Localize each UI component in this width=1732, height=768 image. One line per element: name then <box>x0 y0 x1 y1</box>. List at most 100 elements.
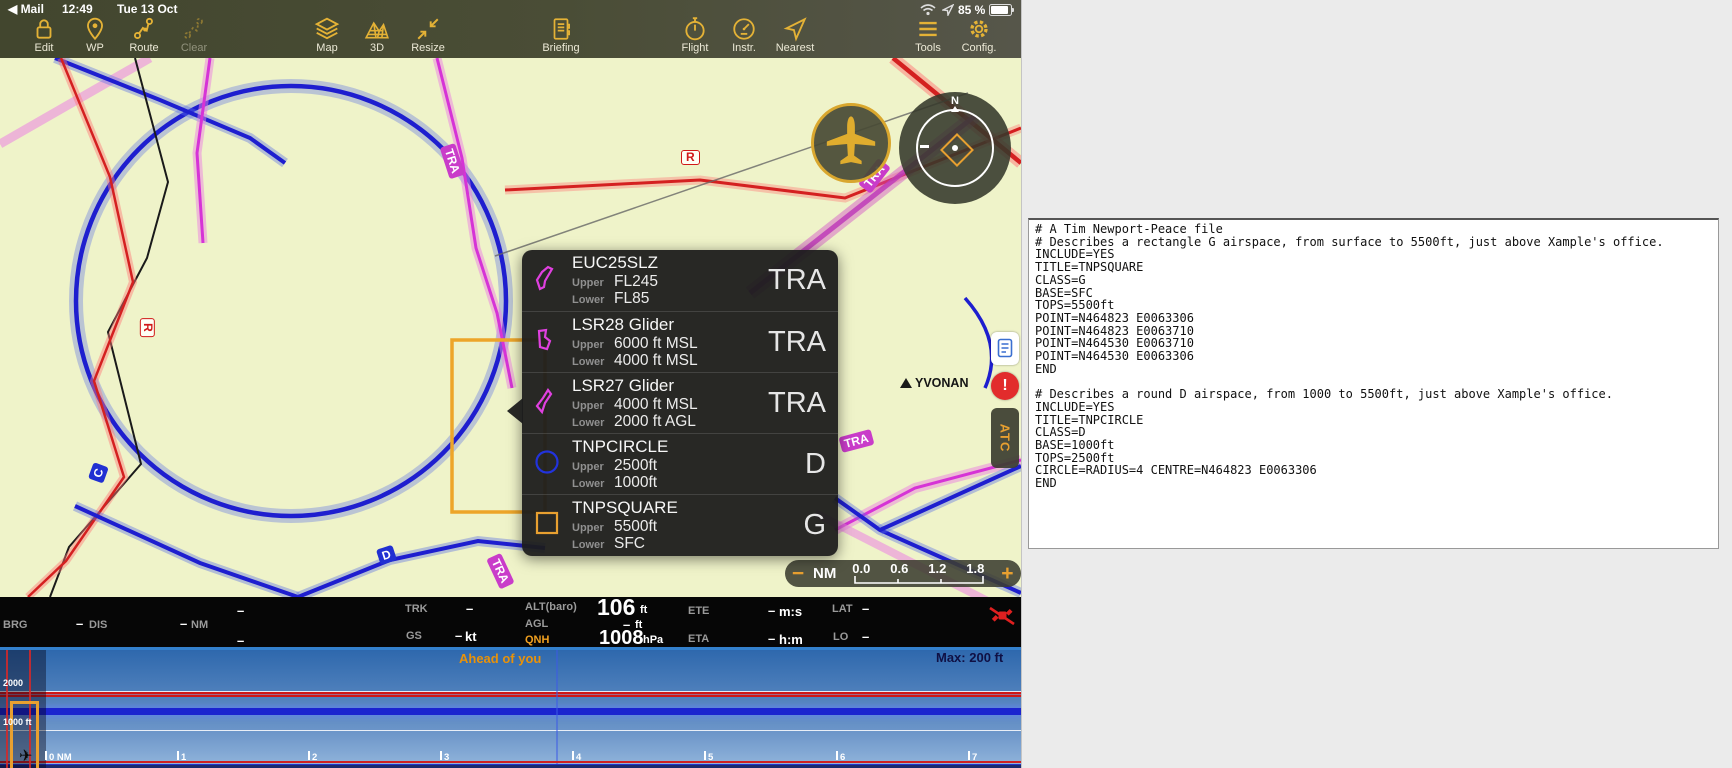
battery-icon <box>989 4 1014 16</box>
terrain-3d-icon <box>364 21 389 39</box>
lon-value: – <box>862 629 870 644</box>
dis-value: – <box>180 616 188 631</box>
popup-tail <box>507 398 523 424</box>
toolbar-item-wp[interactable]: WP <box>69 16 121 54</box>
airspace-label-r: R <box>139 318 155 337</box>
clock-date: Tue 13 Oct <box>117 2 178 16</box>
aux-value-bottom: – <box>237 633 245 648</box>
dis-label: DIS <box>89 619 108 631</box>
airspace-class: TRA <box>768 264 826 296</box>
navigation-app-pane: ◀ Mail 12:49 Tue 13 Oct 85 % Edit WP Rou… <box>0 0 1021 768</box>
ete-unit: m:s <box>779 604 803 619</box>
toolbar-item-briefing[interactable]: Briefing <box>535 16 587 54</box>
waypoint-yvonan[interactable]: YVONAN <box>900 376 968 390</box>
airspace-vertical-boundary <box>556 650 558 768</box>
lock-icon <box>36 19 52 39</box>
waypoint-triangle-icon <box>900 378 912 388</box>
airspace-file-pane: # A Tim Newport-Peace file # Describes a… <box>1021 0 1732 768</box>
flight-timer-icon <box>685 17 705 41</box>
briefing-icon <box>553 18 570 40</box>
qnh-value: 1008 <box>599 627 644 649</box>
agl-label: AGL <box>525 618 549 630</box>
resize-icon <box>417 18 439 40</box>
airspace-shape-icon <box>532 508 572 543</box>
airspace-class: G <box>803 508 826 541</box>
messages-button[interactable] <box>991 332 1019 365</box>
scale-ruler: 0.0 0.6 1.2 1.8 <box>842 561 994 586</box>
instrument-bar: BRG – DIS – NM – – TRK – GS – kt ALT(bar… <box>0 594 1021 649</box>
toolbar-item-edit[interactable]: Edit <box>18 16 70 54</box>
lat-label: LAT <box>832 603 853 615</box>
elevation-profile[interactable]: 2000 1000 ft Ahead of you Max: 200 ft ✈ … <box>0 647 1021 768</box>
airspace-row-euc25slz[interactable]: EUC25SLZ Upper FL245 Lower FL85 TRA <box>522 250 838 311</box>
profile-aircraft-icon: ✈ <box>19 748 33 765</box>
compass-center-dot <box>952 145 958 151</box>
airspace-row-tnpcircle[interactable]: TNPCIRCLE Upper 2500ft Lower 1000ft D <box>522 433 838 494</box>
toolbar-item-3d[interactable]: 3D <box>351 16 403 54</box>
toolbar-item-clear[interactable]: Clear <box>168 16 220 54</box>
toolbar-item-nearest[interactable]: Nearest <box>769 16 821 54</box>
terrain-red-line <box>0 761 1021 763</box>
gs-unit: kt <box>465 629 477 644</box>
gs-value: – <box>455 628 463 643</box>
instruments-gauge-icon <box>733 18 755 40</box>
brg-label: BRG <box>3 619 28 631</box>
airspace-class: TRA <box>768 325 826 358</box>
zoom-in-button[interactable]: + <box>994 562 1020 586</box>
toolbar-item-route[interactable]: Route <box>118 16 170 54</box>
toolbar-item-tools[interactable]: Tools <box>902 16 954 54</box>
alt-baro-label: ALT(baro) <box>525 601 577 613</box>
aircraft-icon <box>826 116 876 165</box>
atc-tab[interactable]: ATC <box>991 408 1019 468</box>
battery-percentage: 85 % <box>958 3 986 17</box>
airspace-shape-icon <box>532 447 572 482</box>
airspace-shape-icon <box>532 325 572 360</box>
back-to-mail-button[interactable]: ◀ Mail <box>8 2 44 16</box>
gridline-1000 <box>0 730 1021 731</box>
ete-value: – <box>768 603 776 618</box>
lon-label: LO <box>833 631 849 643</box>
qnh-unit: hPa <box>643 634 664 646</box>
airspace-name: EUC25SLZ <box>572 253 658 272</box>
airspace-label-r: R <box>681 150 700 165</box>
airspace-name: TNPCIRCLE <box>572 436 669 456</box>
airspace-band-blue <box>0 708 1021 715</box>
toolbar-item-flight[interactable]: Flight <box>669 16 721 54</box>
clear-route-icon <box>184 17 203 39</box>
waypoint-pin-icon <box>87 17 103 41</box>
zoom-out-button[interactable]: − <box>785 562 811 586</box>
airspace-row-lsr27[interactable]: LSR27 Glider Upper 4000 ft MSL Lower 2000 … <box>522 372 838 433</box>
qnh-label: QNH <box>525 634 550 646</box>
airspace-shape-icon <box>532 386 572 421</box>
alert-badge[interactable]: ! <box>991 372 1019 400</box>
toolbar-item-map[interactable]: Map <box>301 16 353 54</box>
airspace-row-lsr28[interactable]: LSR28 Glider Upper 6000 ft MSL Lower 4000 … <box>522 311 838 372</box>
toolbar-item-config[interactable]: Config. <box>953 16 1005 54</box>
airspace-file-textarea[interactable]: # A Tim Newport-Peace file # Describes a… <box>1028 218 1719 549</box>
eta-unit: h:m <box>779 632 803 647</box>
route-icon <box>133 17 153 40</box>
airspace-name: LSR27 Glider <box>572 375 675 395</box>
header-bar: ◀ Mail 12:49 Tue 13 Oct 85 % Edit WP Rou… <box>0 0 1021 58</box>
clock-time: 12:49 <box>62 2 93 16</box>
compass-tick <box>920 145 929 148</box>
compass-widget[interactable]: N <box>899 92 1011 204</box>
eta-value: – <box>768 631 776 646</box>
toolbar-item-resize[interactable]: Resize <box>402 16 454 54</box>
airspace-class: TRA <box>768 386 826 419</box>
scale-unit: NM <box>813 565 837 582</box>
brg-value: – <box>76 616 84 631</box>
airspace-row-tnpsquare[interactable]: TNPSQUARE Upper 5500ft Lower SFC G <box>522 494 838 555</box>
dis-unit: NM <box>191 619 209 631</box>
notes-icon <box>997 338 1013 358</box>
toolbar-item-instruments[interactable]: Instr. <box>718 16 770 54</box>
map-layers-icon <box>314 17 340 40</box>
moving-map[interactable]: TRA TRA TRA TRA R R D C YVONAN N ! ATC −… <box>0 58 1021 597</box>
map-scale-bar: − NM 0.0 0.6 1.2 1.8 + <box>785 560 1021 587</box>
alt-baro-unit: ft <box>640 604 648 616</box>
max-elevation-label: Max: 200 ft <box>936 650 1004 665</box>
gps-no-fix-icon <box>989 606 1015 626</box>
center-on-aircraft-button[interactable] <box>811 103 891 183</box>
eta-label: ETA <box>688 633 710 645</box>
altitude-label-2000: 2000 <box>3 678 24 688</box>
